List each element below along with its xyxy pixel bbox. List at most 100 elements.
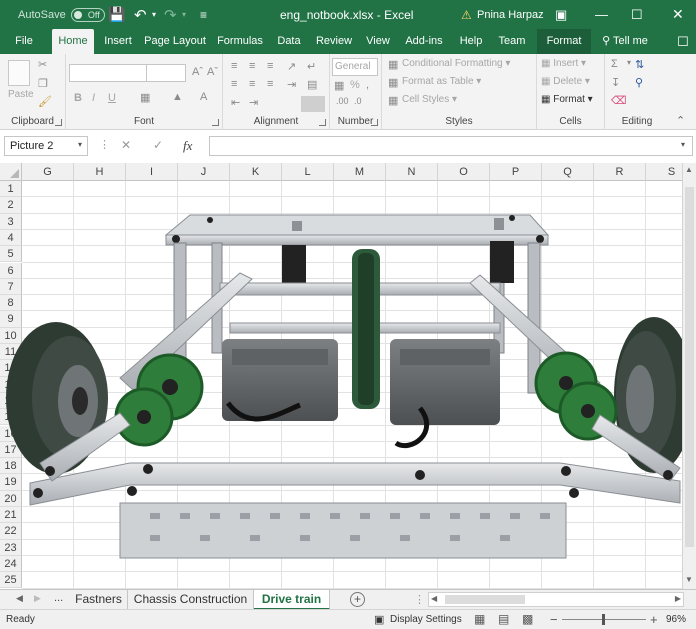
format-cells-button[interactable]: ▦ Format ▾ [541, 94, 593, 105]
format-as-table-button[interactable]: Format as Table ▾ [402, 76, 481, 87]
font-launcher-icon[interactable] [212, 119, 219, 126]
bold-button[interactable]: B [74, 92, 82, 104]
sort-filter-icon[interactable]: ⇅ [635, 58, 644, 71]
cancel-formula-button[interactable]: ✕ [121, 138, 131, 152]
delete-cells-button[interactable]: ▦ Delete ▾ [541, 76, 590, 87]
increase-decimal-icon[interactable]: .00 [336, 96, 349, 106]
sheet-more-icon[interactable]: ... [54, 592, 63, 604]
tab-file[interactable]: File [6, 29, 42, 54]
zoom-slider-thumb[interactable] [602, 614, 605, 625]
italic-button[interactable]: I [92, 92, 95, 104]
sheet-prev-icon[interactable]: ◀ [16, 593, 23, 604]
clear-icon[interactable]: ⌫ [611, 94, 627, 107]
autosave[interactable]: AutoSave Off [18, 0, 105, 29]
zoom-in-button[interactable]: + [650, 612, 658, 627]
sheet-tab-chassis-construction[interactable]: Chassis Construction [128, 590, 254, 610]
drag-handle-icon[interactable]: ⋮ [99, 138, 110, 151]
tab-formulas[interactable]: Formulas [213, 29, 267, 54]
scroll-right-icon[interactable]: ▶ [675, 594, 681, 603]
minimize-icon[interactable]: — [595, 0, 608, 29]
redo-icon[interactable]: ↷ [164, 0, 177, 29]
scroll-up-icon[interactable]: ▲ [685, 165, 693, 174]
zoom-slider[interactable] [562, 614, 646, 625]
tab-add-ins[interactable]: Add-ins [401, 29, 447, 54]
align-left-icon[interactable]: ≡ [231, 78, 237, 90]
paste-icon[interactable] [8, 60, 30, 86]
vertical-scrollbar[interactable]: ▲ ▼ [682, 163, 696, 590]
tab-format[interactable]: Format [537, 29, 591, 54]
normal-view-icon[interactable]: ▦ [474, 612, 485, 626]
tab-team[interactable]: Team [493, 29, 531, 54]
insert-cells-button[interactable]: ▦ Insert ▾ [541, 58, 586, 69]
redo-dropdown-icon[interactable]: ▾ [182, 0, 186, 29]
number-launcher-icon[interactable] [371, 119, 378, 126]
orientation-icon[interactable]: ↗ [287, 60, 296, 73]
format-painter-icon[interactable]: 🖌 [38, 95, 52, 108]
font-color-icon[interactable]: A [200, 91, 207, 103]
align-center-icon[interactable]: ≡ [249, 78, 255, 90]
font-name-combo[interactable] [69, 64, 147, 82]
horizontal-scrollbar[interactable]: ◀ ▶ [428, 592, 684, 607]
autosave-toggle[interactable]: Off [70, 7, 105, 22]
clipboard-launcher-icon[interactable] [55, 119, 62, 126]
font-size-combo[interactable] [146, 64, 186, 82]
tab-view[interactable]: View [362, 29, 394, 54]
vertical-scroll-thumb[interactable] [685, 187, 694, 547]
accounting-icon[interactable]: ▦ [334, 79, 344, 92]
tell-me[interactable]: ⚲ Tell me [597, 29, 653, 54]
scroll-left-icon[interactable]: ◀ [431, 594, 437, 603]
tab-help[interactable]: Help [455, 29, 487, 54]
close-icon[interactable]: ✕ [672, 0, 684, 29]
copy-icon[interactable]: ❐ [38, 77, 48, 90]
tab-page-layout[interactable]: Page Layout [143, 29, 207, 54]
borders-icon[interactable]: ▦ [140, 91, 150, 104]
align-middle-icon[interactable]: ≡ [249, 60, 255, 72]
tab-review[interactable]: Review [312, 29, 356, 54]
tab-data[interactable]: Data [274, 29, 304, 54]
merge-center-icon[interactable] [301, 96, 325, 112]
worksheet-grid[interactable]: GHIJKLMNOPQRS 12345678910111213141516171… [0, 163, 682, 590]
comma-icon[interactable]: , [366, 79, 369, 91]
undo-dropdown-icon[interactable]: ▾ [152, 0, 156, 29]
align-right-icon[interactable]: ≡ [267, 78, 273, 90]
increase-font-icon[interactable]: Aˆ [192, 66, 203, 78]
merge-icon[interactable]: ▤ [307, 78, 317, 91]
tab-insert[interactable]: Insert [99, 29, 137, 54]
indent-icon[interactable]: ⇥ [287, 78, 296, 91]
decrease-decimal-icon[interactable]: .0 [354, 96, 362, 106]
collapse-ribbon-icon[interactable]: ⌃ [676, 114, 685, 127]
wrap-text-icon[interactable]: ↵ [307, 60, 316, 73]
decrease-font-icon[interactable]: Aˇ [207, 66, 218, 78]
formula-input[interactable] [209, 136, 693, 156]
align-bottom-icon[interactable]: ≡ [267, 60, 273, 72]
increase-indent-icon[interactable]: ⇥ [249, 96, 258, 109]
ribbon-display-icon[interactable]: ▣ [555, 0, 567, 29]
undo-icon[interactable]: ↶ [134, 0, 147, 29]
display-settings-icon[interactable]: ▣ [374, 613, 384, 626]
tab-home[interactable]: Home [52, 29, 94, 54]
share-icon[interactable]: ☐ [674, 29, 692, 54]
cell-styles-button[interactable]: Cell Styles ▾ [402, 94, 457, 105]
zoom-level[interactable]: 96% [666, 614, 686, 625]
scroll-down-icon[interactable]: ▼ [685, 575, 693, 584]
picture-robot-chassis[interactable] [0, 163, 682, 590]
warning-icon[interactable]: ⚠ [461, 0, 472, 29]
page-layout-view-icon[interactable]: ▤ [498, 612, 509, 626]
add-sheet-button[interactable]: + [350, 592, 365, 607]
tab-split-handle-icon[interactable]: ⋮ [414, 593, 425, 606]
percent-button[interactable]: % [350, 79, 360, 91]
autosum-icon[interactable]: Σ [611, 58, 618, 70]
customize-qat-icon[interactable]: ≡ [200, 0, 207, 29]
alignment-launcher-icon[interactable] [319, 119, 326, 126]
insert-function-button[interactable]: fx [183, 138, 192, 154]
fill-icon[interactable]: ↧ [611, 76, 620, 89]
name-box[interactable]: Picture 2 [4, 136, 88, 156]
display-settings-button[interactable]: Display Settings [390, 614, 462, 625]
zoom-out-button[interactable]: − [550, 612, 558, 627]
fill-color-icon[interactable]: ▲ [172, 91, 183, 103]
find-select-icon[interactable]: ⚲ [635, 76, 643, 89]
maximize-icon[interactable]: ☐ [631, 0, 643, 29]
number-format-combo[interactable]: General [332, 58, 378, 76]
user-name[interactable]: Pnina Harpaz [477, 0, 544, 29]
paste-label[interactable]: Paste [8, 89, 34, 100]
